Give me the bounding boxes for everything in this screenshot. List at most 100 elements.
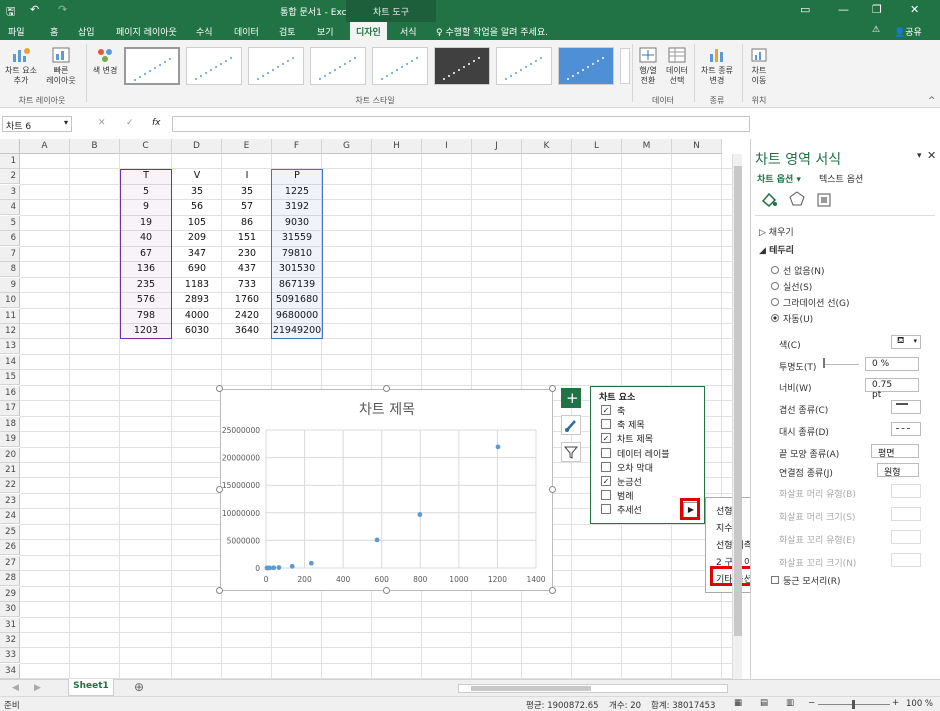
join-type-dropdown[interactable]: 원형	[877, 463, 919, 478]
trend-exponential[interactable]: 지수	[716, 521, 733, 534]
vertical-scrollbar[interactable]	[732, 154, 742, 679]
maximize-icon[interactable]: ❐	[872, 3, 882, 16]
row-header-33[interactable]: 33	[0, 648, 20, 664]
table-cell[interactable]: 690	[172, 262, 222, 277]
row-header-25[interactable]: 25	[0, 524, 20, 540]
row-header-10[interactable]: 10	[0, 293, 20, 309]
chart-resize-handle[interactable]	[549, 486, 556, 493]
fill-line-icon[interactable]	[759, 189, 779, 209]
move-chart-button[interactable]: 차트 이동	[744, 46, 774, 86]
table-cell[interactable]: 1760	[222, 293, 272, 308]
enter-icon[interactable]: ✓	[126, 118, 134, 128]
chart-resize-handle[interactable]	[216, 587, 223, 594]
chart-resize-handle[interactable]	[549, 587, 556, 594]
chart-style-8[interactable]	[558, 47, 614, 85]
compound-type-dropdown[interactable]	[891, 400, 921, 414]
row-header-8[interactable]: 8	[0, 262, 20, 278]
tab-home[interactable]: 홈	[50, 25, 58, 38]
border-section[interactable]: ◢ 테두리	[759, 243, 794, 256]
fill-section[interactable]: ▷ 채우기	[759, 225, 794, 238]
cap-type-dropdown[interactable]: 평면	[871, 444, 919, 459]
table-cell[interactable]: 35	[222, 185, 272, 200]
effects-icon[interactable]	[787, 189, 807, 209]
table-cell[interactable]: 347	[172, 247, 222, 262]
close-icon[interactable]: ✕	[910, 3, 919, 16]
row-header-29[interactable]: 29	[0, 586, 20, 602]
column-header-i[interactable]: I	[422, 139, 472, 154]
chart-style-3[interactable]	[248, 47, 304, 85]
tab-view[interactable]: 보기	[317, 25, 334, 38]
table-cell[interactable]: 4000	[172, 309, 222, 324]
dash-type-dropdown[interactable]	[891, 422, 921, 436]
quick-layout-button[interactable]: 빠른 레이아웃	[40, 46, 82, 86]
minimize-icon[interactable]: —	[838, 3, 849, 16]
table-cell[interactable]: 151	[222, 231, 272, 246]
table-cell[interactable]: 230	[222, 247, 272, 262]
new-sheet-icon[interactable]: ⊕	[134, 680, 144, 694]
row-header-30[interactable]: 30	[0, 602, 20, 618]
table-cell[interactable]: 733	[222, 278, 272, 293]
tab-file[interactable]: 파일	[8, 25, 25, 38]
tab-insert[interactable]: 삽입	[78, 25, 95, 38]
table-cell[interactable]: 2420	[222, 309, 272, 324]
tell-me-box[interactable]: ♀ 수행할 작업을 알려 주세요.	[436, 25, 548, 38]
column-header-j[interactable]: J	[472, 139, 522, 154]
transparency-input[interactable]: 0 %	[865, 357, 919, 371]
tab-chart-options[interactable]: 차트 옵션 ▾	[757, 172, 801, 185]
row-header-9[interactable]: 9	[0, 277, 20, 293]
zoom-in-icon[interactable]: +	[892, 698, 899, 708]
radio-no-line[interactable]	[771, 266, 779, 274]
zoom-out-icon[interactable]: −	[808, 698, 815, 708]
row-header-23[interactable]: 23	[0, 493, 20, 509]
chart-style-6[interactable]	[434, 47, 490, 85]
table-cell[interactable]: 2893	[172, 293, 222, 308]
collapse-ribbon-icon[interactable]: ^	[928, 96, 936, 106]
column-header-n[interactable]: N	[672, 139, 722, 154]
table-cell[interactable]: 105	[172, 216, 222, 231]
chart-style-2[interactable]	[186, 47, 242, 85]
table-cell[interactable]: 86	[222, 216, 272, 231]
function-icon[interactable]: fx	[152, 118, 161, 128]
row-header-12[interactable]: 12	[0, 323, 20, 339]
row-header-5[interactable]: 5	[0, 215, 20, 231]
column-header-h[interactable]: H	[372, 139, 422, 154]
row-header-13[interactable]: 13	[0, 339, 20, 355]
horizontal-scroll-thumb[interactable]	[471, 686, 591, 691]
chevron-down-icon[interactable]: ▾	[64, 118, 68, 127]
row-header-20[interactable]: 20	[0, 447, 20, 463]
pane-close-icon[interactable]: ✕	[927, 149, 936, 162]
row-header-11[interactable]: 11	[0, 308, 20, 324]
vertical-scroll-thumb[interactable]	[734, 166, 742, 636]
table-header-i[interactable]: I	[222, 169, 272, 184]
column-header-b[interactable]: B	[70, 139, 120, 154]
row-header-17[interactable]: 17	[0, 401, 20, 417]
checkbox-element-5[interactable]	[601, 461, 611, 472]
radio-gradient-line[interactable]	[771, 298, 779, 306]
tab-page-layout[interactable]: 페이지 레이아웃	[116, 25, 177, 38]
chart-resize-handle[interactable]	[216, 486, 223, 493]
row-header-3[interactable]: 3	[0, 184, 20, 200]
zoom-thumb[interactable]	[852, 700, 855, 709]
sheet-tab-sheet1[interactable]: Sheet1	[68, 679, 114, 696]
width-input[interactable]: 0.75 pt	[865, 378, 919, 400]
rounded-corners-checkbox[interactable]	[771, 576, 779, 584]
row-header-31[interactable]: 31	[0, 617, 20, 633]
column-header-e[interactable]: E	[222, 139, 272, 154]
select-data-button[interactable]: 데이터 선택	[662, 46, 692, 86]
transparency-slider[interactable]	[823, 358, 825, 368]
column-header-a[interactable]: A	[20, 139, 70, 154]
column-header-k[interactable]: K	[522, 139, 572, 154]
chart-resize-handle[interactable]	[382, 385, 390, 392]
row-header-27[interactable]: 27	[0, 555, 20, 571]
table-cell[interactable]: 1183	[172, 278, 222, 293]
row-header-4[interactable]: 4	[0, 200, 20, 216]
chart-resize-handle[interactable]	[216, 385, 223, 392]
row-header-22[interactable]: 22	[0, 478, 20, 494]
column-header-d[interactable]: D	[172, 139, 222, 154]
scroll-right-icon[interactable]: ▶	[34, 683, 41, 693]
arrow-tail-type-dropdown[interactable]	[891, 530, 921, 544]
tab-text-options[interactable]: 텍스트 옵션	[819, 172, 863, 185]
row-header-7[interactable]: 7	[0, 246, 20, 262]
size-properties-icon[interactable]	[815, 191, 833, 209]
row-header-6[interactable]: 6	[0, 231, 20, 247]
